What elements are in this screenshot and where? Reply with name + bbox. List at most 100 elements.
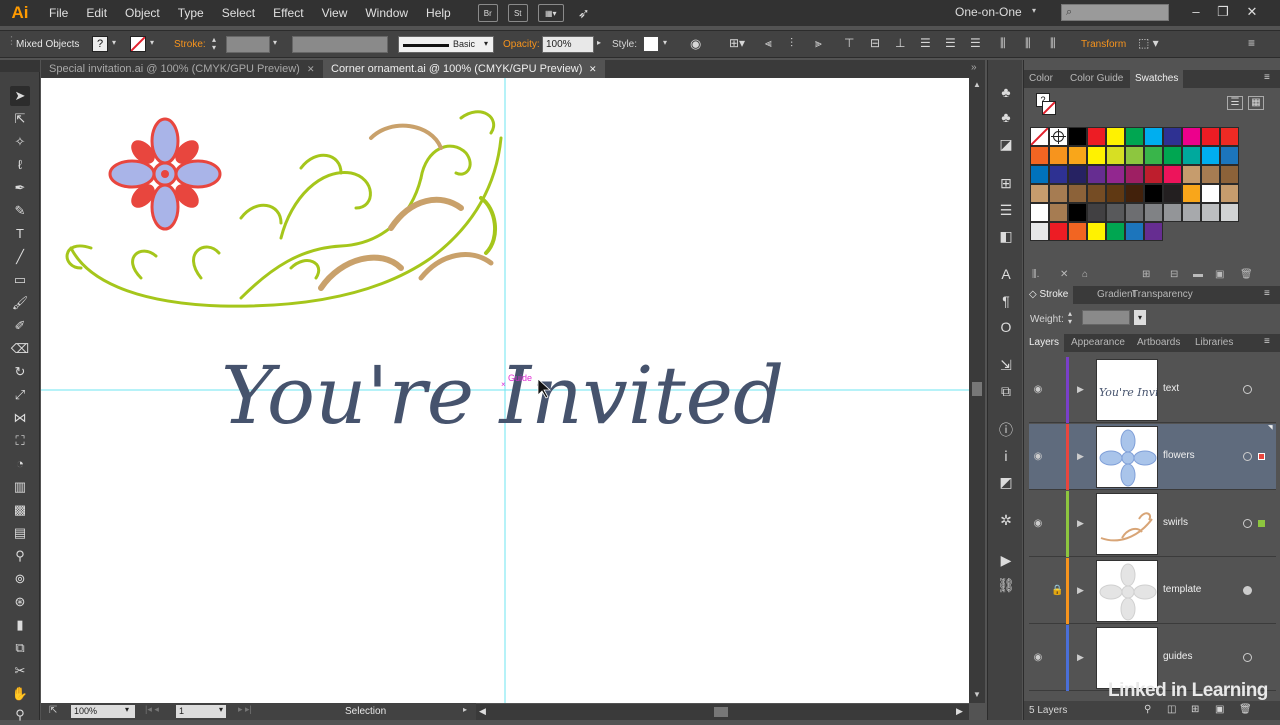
expand-arrow-icon[interactable]: ▶ — [1077, 451, 1084, 462]
transform-panel-icon[interactable]: ◧ — [996, 226, 1016, 246]
symbol-sprayer-tool-icon[interactable]: ⊛ — [10, 592, 30, 612]
color-swatch[interactable] — [1087, 222, 1106, 241]
tab-close-icon[interactable]: ✕ — [307, 60, 315, 78]
color-swatch[interactable] — [1220, 146, 1239, 165]
character-icon[interactable]: A — [996, 264, 1016, 284]
column-graph-tool-icon[interactable]: ▮ — [10, 615, 30, 635]
color-swatch[interactable] — [1030, 203, 1049, 222]
minimize-button[interactable]: – — [1184, 2, 1208, 22]
swatch-options-icon-2[interactable]: ⊟ — [1170, 269, 1178, 280]
slice-tool-icon[interactable]: ✂ — [10, 661, 30, 681]
swatch-kind-icon[interactable]: ✕ — [1060, 269, 1068, 280]
color-swatch[interactable] — [1144, 222, 1163, 241]
links-icon[interactable]: ⛓ — [996, 575, 1016, 595]
color-swatch[interactable] — [1182, 165, 1201, 184]
menu-view[interactable]: View — [313, 0, 357, 26]
expand-arrow-icon[interactable]: ▶ — [1077, 518, 1084, 529]
menu-object[interactable]: Object — [116, 0, 169, 26]
color-swatch[interactable] — [1182, 127, 1201, 146]
color-swatch[interactable] — [1125, 184, 1144, 203]
opacity-field[interactable]: 100% — [542, 36, 594, 53]
distribute-bottom-icon[interactable]: ☰ — [970, 36, 981, 50]
info-icon[interactable]: ⓘ — [996, 420, 1016, 440]
isolate-icon[interactable]: ⬚ ▾ — [1138, 36, 1159, 50]
color-swatch[interactable] — [1182, 203, 1201, 222]
new-color-group-icon[interactable]: ▬ — [1193, 269, 1203, 280]
appearance-settings-icon[interactable]: ✲ — [996, 510, 1016, 530]
scroll-down-icon[interactable]: ▼ — [973, 690, 981, 699]
align-bottom-icon[interactable]: ⊥ — [895, 36, 905, 50]
menu-type[interactable]: Type — [169, 0, 213, 26]
zoom-tool-icon[interactable]: ⚲ — [10, 705, 30, 725]
selection-tool-icon[interactable]: ➤ — [10, 86, 30, 106]
distribute-right-icon[interactable]: ⫼ — [1050, 36, 1056, 51]
stroke-weight-stepper[interactable]: ▴ ▾ — [212, 36, 216, 52]
brushes-icon[interactable]: ♣ — [996, 107, 1016, 127]
color-swatch[interactable] — [1087, 184, 1106, 203]
color-swatch[interactable] — [1030, 146, 1049, 165]
document-info-icon[interactable]: ⅰ — [996, 446, 1016, 466]
panel-menu-icon[interactable]: ≡ — [1264, 336, 1270, 347]
stock-button[interactable]: St — [507, 4, 528, 22]
width-tool-icon[interactable]: ⋈ — [10, 408, 30, 428]
artboard-next-icon[interactable]: ▸ ▸| — [238, 704, 252, 715]
tab-artboards[interactable]: Artboards — [1132, 334, 1185, 352]
visibility-eye-icon[interactable]: ◉ — [1031, 384, 1045, 396]
hand-tool-icon[interactable]: ✋ — [10, 684, 30, 704]
color-swatch[interactable] — [1182, 184, 1201, 203]
perspective-grid-tool-icon[interactable]: ▥ — [10, 477, 30, 497]
color-swatch[interactable] — [1068, 127, 1087, 146]
stroke-dropdown-icon[interactable]: ▾ — [150, 38, 154, 47]
tab-appearance[interactable]: Appearance — [1066, 334, 1130, 352]
magic-wand-tool-icon[interactable]: ✧ — [10, 132, 30, 152]
fill-swatch[interactable]: ? — [92, 36, 108, 52]
search-input[interactable]: ⌕ — [1061, 4, 1169, 21]
panel-menu-icon[interactable]: ≡ — [1264, 72, 1270, 83]
color-swatch[interactable] — [1125, 222, 1144, 241]
artboard-tool-icon[interactable]: ⧉ — [10, 638, 30, 658]
variable-width-profile[interactable] — [292, 36, 388, 53]
distribute-left-icon[interactable]: ⫼ — [1000, 36, 1006, 51]
color-swatch[interactable] — [1182, 146, 1201, 165]
scroll-up-icon[interactable]: ▲ — [973, 80, 981, 89]
distribute-vcenter-icon[interactable]: ☰ — [945, 36, 956, 50]
color-swatch[interactable] — [1125, 203, 1144, 222]
color-swatch[interactable] — [1068, 184, 1087, 203]
color-swatch[interactable] — [1049, 222, 1068, 241]
color-swatch[interactable] — [1125, 127, 1144, 146]
weight-field[interactable] — [1082, 310, 1130, 325]
make-clipping-mask-icon[interactable]: ◫ — [1167, 704, 1176, 715]
tab-color-guide[interactable]: Color Guide — [1065, 70, 1128, 88]
scroll-right-icon[interactable]: ▶ — [956, 706, 963, 717]
layer-target-icon[interactable] — [1243, 452, 1252, 461]
layer-selection-indicator[interactable] — [1258, 520, 1265, 527]
weight-stepper[interactable]: ▴ ▾ — [1068, 310, 1072, 326]
layer-selection-indicator[interactable] — [1258, 453, 1265, 460]
locate-object-icon[interactable]: ⚲ — [1144, 704, 1151, 715]
align-left-icon[interactable]: ⫷ — [765, 36, 772, 51]
list-view-icon[interactable]: ☰ — [1227, 96, 1243, 110]
transform-link[interactable]: Transform — [1081, 39, 1126, 50]
color-swatch[interactable] — [1144, 127, 1163, 146]
flower-ornament[interactable] — [108, 117, 222, 231]
asset-export-icon[interactable]: ⇲ — [996, 355, 1016, 375]
stroke-weight-field[interactable] — [226, 36, 270, 53]
swatch-grid[interactable] — [1030, 127, 1260, 241]
color-swatch[interactable] — [1030, 165, 1049, 184]
more-tabs-icon[interactable]: » — [971, 62, 977, 73]
restore-button[interactable]: ❐ — [1211, 2, 1235, 22]
delete-swatch-icon[interactable]: 🗑 — [1240, 269, 1253, 280]
weight-dropdown-icon[interactable]: ▾ — [1134, 310, 1146, 325]
align-to-icon[interactable]: ⊞▾ — [729, 36, 745, 50]
visibility-eye-icon[interactable]: ◉ — [1031, 451, 1045, 463]
style-dropdown-icon[interactable]: ▾ — [663, 38, 667, 47]
color-swatch[interactable] — [1106, 127, 1125, 146]
color-swatch[interactable] — [1125, 146, 1144, 165]
symbols-icon[interactable]: ♣ — [996, 82, 1016, 102]
paragraph-icon[interactable]: ¶ — [996, 291, 1016, 311]
menu-file[interactable]: File — [40, 0, 77, 26]
shape-builder-tool-icon[interactable]: ◔ — [10, 454, 30, 474]
visibility-eye-icon[interactable]: ◉ — [1031, 518, 1045, 530]
align-right-icon[interactable]: ⫸ — [815, 36, 822, 51]
color-swatch[interactable] — [1049, 146, 1068, 165]
